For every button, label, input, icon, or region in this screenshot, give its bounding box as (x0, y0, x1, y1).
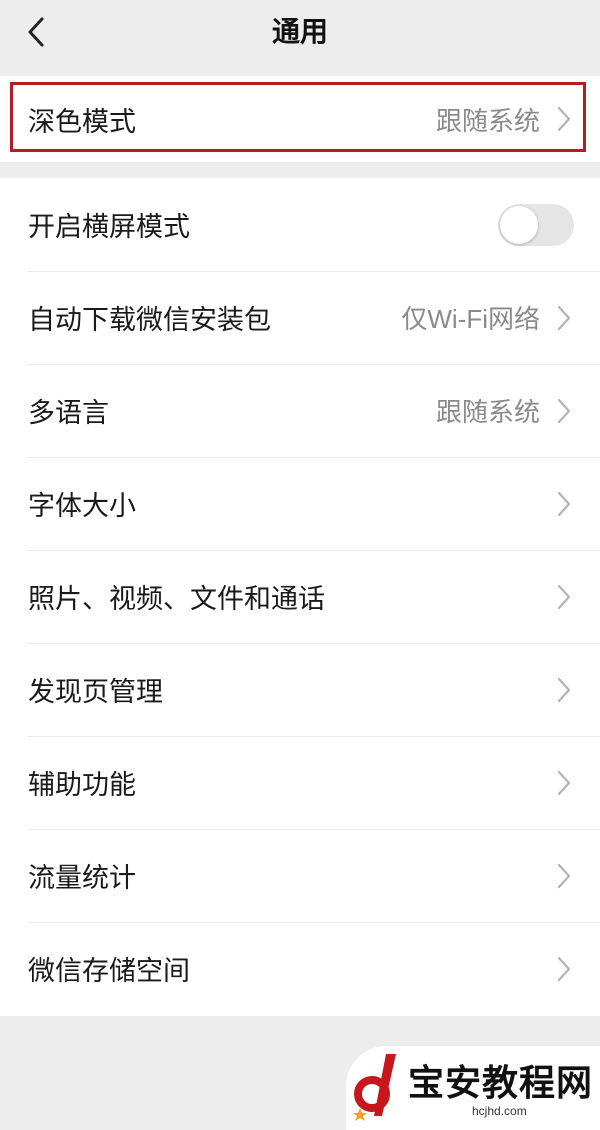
storage-row[interactable]: 微信存储空间 (0, 922, 600, 1015)
watermark: 宝安教程网 hcjhd.com (346, 1046, 600, 1130)
auto-download-label: 自动下载微信安装包 (28, 305, 271, 335)
chevron-right-icon (557, 491, 571, 516)
chevron-right-icon (557, 106, 571, 132)
discover-label: 发现页管理 (28, 677, 163, 707)
chevron-right-icon (557, 677, 571, 702)
media-label: 照片、视频、文件和通话 (28, 584, 325, 614)
landscape-mode-row: 开启横屏模式 (0, 178, 600, 271)
traffic-row[interactable]: 流量统计 (0, 829, 600, 922)
chevron-right-icon (557, 863, 571, 888)
font-size-label: 字体大小 (28, 491, 136, 521)
chevron-right-icon (557, 770, 571, 795)
watermark-domain: hcjhd.com (472, 1104, 527, 1118)
chevron-right-icon (557, 584, 571, 609)
language-row[interactable]: 多语言 跟随系统 (0, 364, 600, 457)
media-row[interactable]: 照片、视频、文件和通话 (0, 550, 600, 643)
nav-bar: 通用 (0, 0, 600, 64)
landscape-mode-toggle[interactable] (498, 203, 574, 246)
dark-mode-label: 深色模式 (28, 106, 136, 137)
page-title: 通用 (271, 16, 328, 47)
landscape-mode-label: 开启横屏模式 (28, 212, 190, 242)
watermark-name: 宝安教程网 (408, 1062, 594, 1104)
language-value: 跟随系统 (435, 397, 540, 427)
storage-label: 微信存储空间 (28, 956, 190, 986)
site-logo-icon (353, 1054, 396, 1121)
dark-mode-value: 跟随系统 (435, 105, 540, 136)
chevron-right-icon (557, 956, 571, 981)
accessibility-label: 辅助功能 (28, 770, 136, 800)
accessibility-row[interactable]: 辅助功能 (0, 736, 600, 829)
settings-group-general: 开启横屏模式 自动下载微信安装包 仅Wi-Fi网络 多语言 跟随系统 字体大小 … (0, 178, 600, 1016)
auto-download-row[interactable]: 自动下载微信安装包 仅Wi-Fi网络 (0, 271, 600, 364)
chevron-right-icon (557, 398, 571, 423)
chevron-right-icon (557, 305, 571, 330)
auto-download-value: 仅Wi-Fi网络 (401, 304, 540, 334)
language-label: 多语言 (28, 398, 109, 428)
traffic-label: 流量统计 (28, 863, 136, 893)
dark-mode-row[interactable]: 深色模式 跟随系统 (0, 76, 600, 162)
settings-group-display: 深色模式 跟随系统 (0, 76, 600, 162)
toggle-knob (500, 205, 538, 244)
discover-row[interactable]: 发现页管理 (0, 643, 600, 736)
font-size-row[interactable]: 字体大小 (0, 457, 600, 550)
